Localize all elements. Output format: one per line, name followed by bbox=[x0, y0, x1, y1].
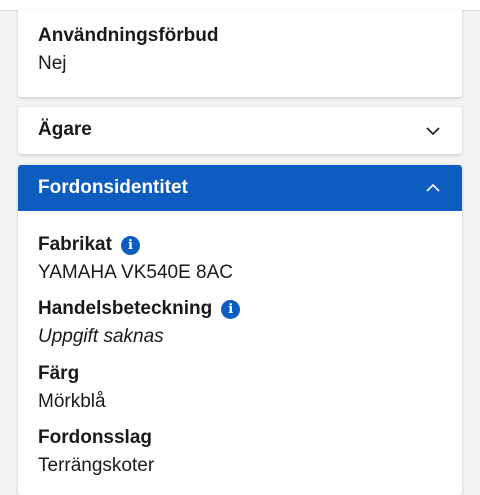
color-label: Färg bbox=[38, 363, 80, 384]
info-icon[interactable]: i bbox=[221, 299, 241, 319]
owner-accordion-title: Ägare bbox=[38, 119, 92, 140]
make-field: Fabrikat i YAMAHA VK540E 8AC bbox=[38, 233, 233, 285]
owner-accordion[interactable]: Ägare bbox=[18, 107, 462, 154]
usage-ban-field: Användningsförbud Nej bbox=[38, 24, 218, 76]
vehicle-type-label: Fordonsslag bbox=[38, 427, 153, 448]
vehicle-identity-accordion: Fordonsidentitet Fabrikat i YAMAHA VK540… bbox=[18, 165, 462, 495]
vehicle-type-value: Terrängskoter bbox=[38, 455, 155, 476]
vehicle-type-field: Fordonsslag Terrängskoter bbox=[38, 426, 154, 478]
trade-name-label: Handelsbeteckning bbox=[38, 298, 213, 319]
usage-ban-card: Användningsförbud Nej bbox=[18, 10, 462, 97]
chevron-up-icon bbox=[426, 183, 440, 192]
info-icon[interactable]: i bbox=[120, 235, 140, 255]
trade-name-field: Handelsbeteckning i Uppgift saknas bbox=[38, 297, 241, 349]
color-field: Färg Mörkblå bbox=[38, 362, 106, 414]
trade-name-value: Uppgift saknas bbox=[38, 326, 164, 347]
vehicle-identity-header[interactable]: Fordonsidentitet bbox=[18, 165, 462, 211]
chevron-down-icon bbox=[426, 127, 440, 136]
usage-ban-label: Användningsförbud bbox=[38, 25, 219, 46]
vehicle-identity-title: Fordonsidentitet bbox=[38, 177, 188, 198]
make-value: YAMAHA VK540E 8AC bbox=[38, 262, 234, 283]
make-label: Fabrikat bbox=[38, 234, 112, 255]
usage-ban-value: Nej bbox=[38, 53, 67, 74]
color-value: Mörkblå bbox=[38, 391, 106, 412]
